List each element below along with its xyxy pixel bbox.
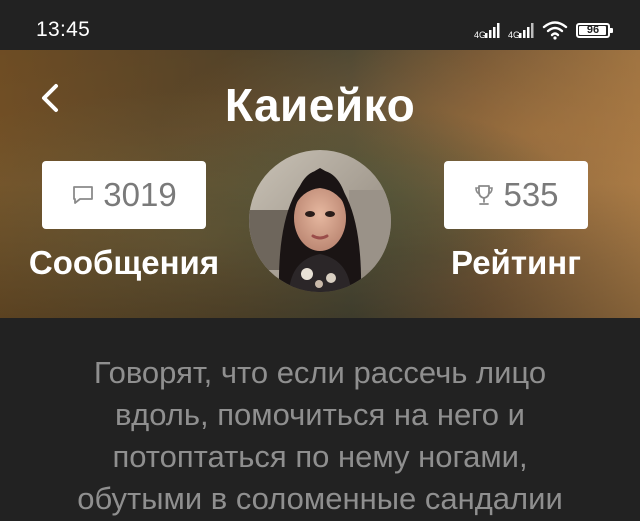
svg-text:4G: 4G bbox=[474, 30, 486, 39]
bio-line: обутыми в соломенные сандалии bbox=[77, 481, 563, 516]
wifi-icon bbox=[542, 21, 568, 40]
battery-percent: 96 bbox=[586, 24, 600, 36]
status-bar: 13:45 4G 4G 96 bbox=[0, 0, 640, 50]
profile-header: Каиейко 3019 Сообщения 535 Рейтинг bbox=[0, 50, 640, 318]
chat-bubble-icon bbox=[73, 186, 94, 204]
status-icons: 4G 4G 96 bbox=[474, 18, 613, 42]
bio-line: потоптаться по нему ногами, bbox=[112, 439, 528, 474]
messages-stat-button[interactable]: 3019 bbox=[42, 161, 206, 229]
trophy-icon bbox=[475, 185, 494, 205]
bio-line: вдоль, помочиться на него и bbox=[115, 397, 525, 432]
profile-photo bbox=[249, 150, 391, 292]
bio-line: Говорят, что если рассечь лицо bbox=[93, 355, 547, 390]
page-title: Каиейко bbox=[224, 79, 416, 131]
messages-label: Сообщения bbox=[28, 244, 220, 281]
signal-icon: 4G bbox=[474, 23, 500, 39]
rating-label: Рейтинг bbox=[451, 244, 581, 281]
bio-text: Говорят, что если рассечь лицо вдоль, по… bbox=[20, 352, 620, 520]
messages-count: 3019 bbox=[103, 176, 177, 213]
rating-count: 535 bbox=[503, 176, 559, 213]
battery-icon: 96 bbox=[576, 22, 613, 38]
avatar[interactable] bbox=[249, 150, 391, 292]
svg-text:4G: 4G bbox=[508, 30, 520, 39]
rating-stat-button[interactable]: 535 bbox=[444, 161, 588, 229]
status-time: 13:45 bbox=[36, 18, 91, 41]
signal-icon: 4G bbox=[508, 23, 534, 39]
